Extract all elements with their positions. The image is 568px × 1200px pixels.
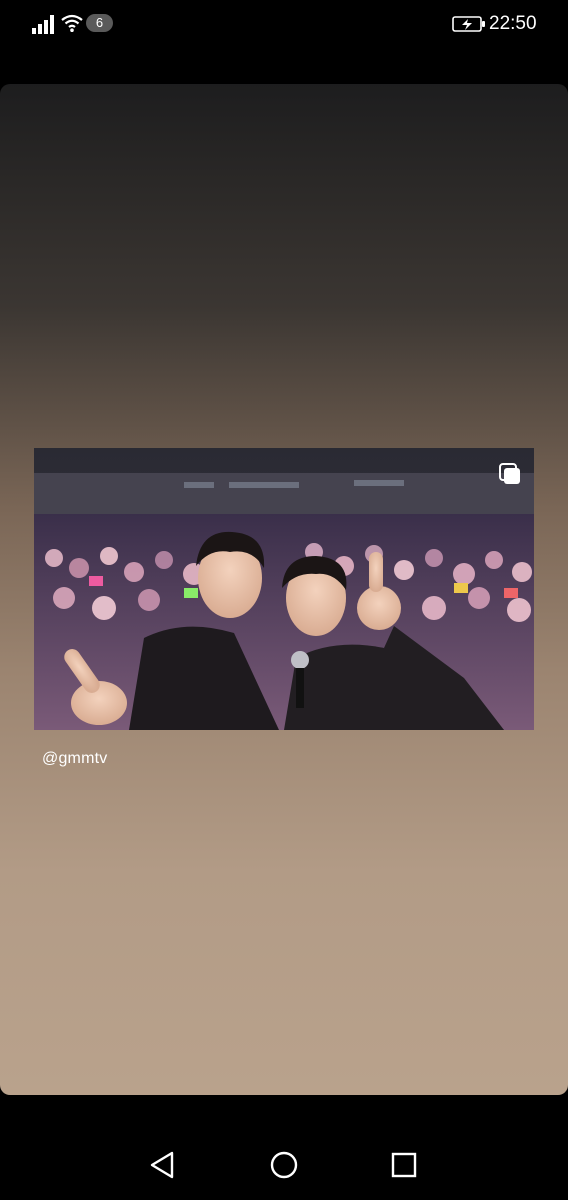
multiple-photos-icon	[499, 463, 520, 484]
sim-badge: 6	[86, 14, 113, 32]
status-bar: 6 22:50	[0, 0, 568, 48]
signal-icon	[32, 15, 54, 34]
home-icon[interactable]	[267, 1148, 301, 1182]
story-photo[interactable]	[34, 448, 534, 730]
navigation-bar	[0, 1128, 568, 1200]
story-card[interactable]: @gmmtv	[0, 84, 568, 1095]
username-label[interactable]: @gmmtv	[42, 750, 107, 768]
concert-selfie-image	[34, 448, 534, 730]
phone-screen: 6 22:50 @gmmtv	[0, 0, 568, 1200]
recent-apps-icon[interactable]	[387, 1148, 421, 1182]
wifi-icon	[61, 14, 83, 32]
battery-charging-icon	[452, 16, 485, 32]
clock: 22:50	[489, 13, 537, 34]
back-icon[interactable]	[146, 1148, 180, 1182]
